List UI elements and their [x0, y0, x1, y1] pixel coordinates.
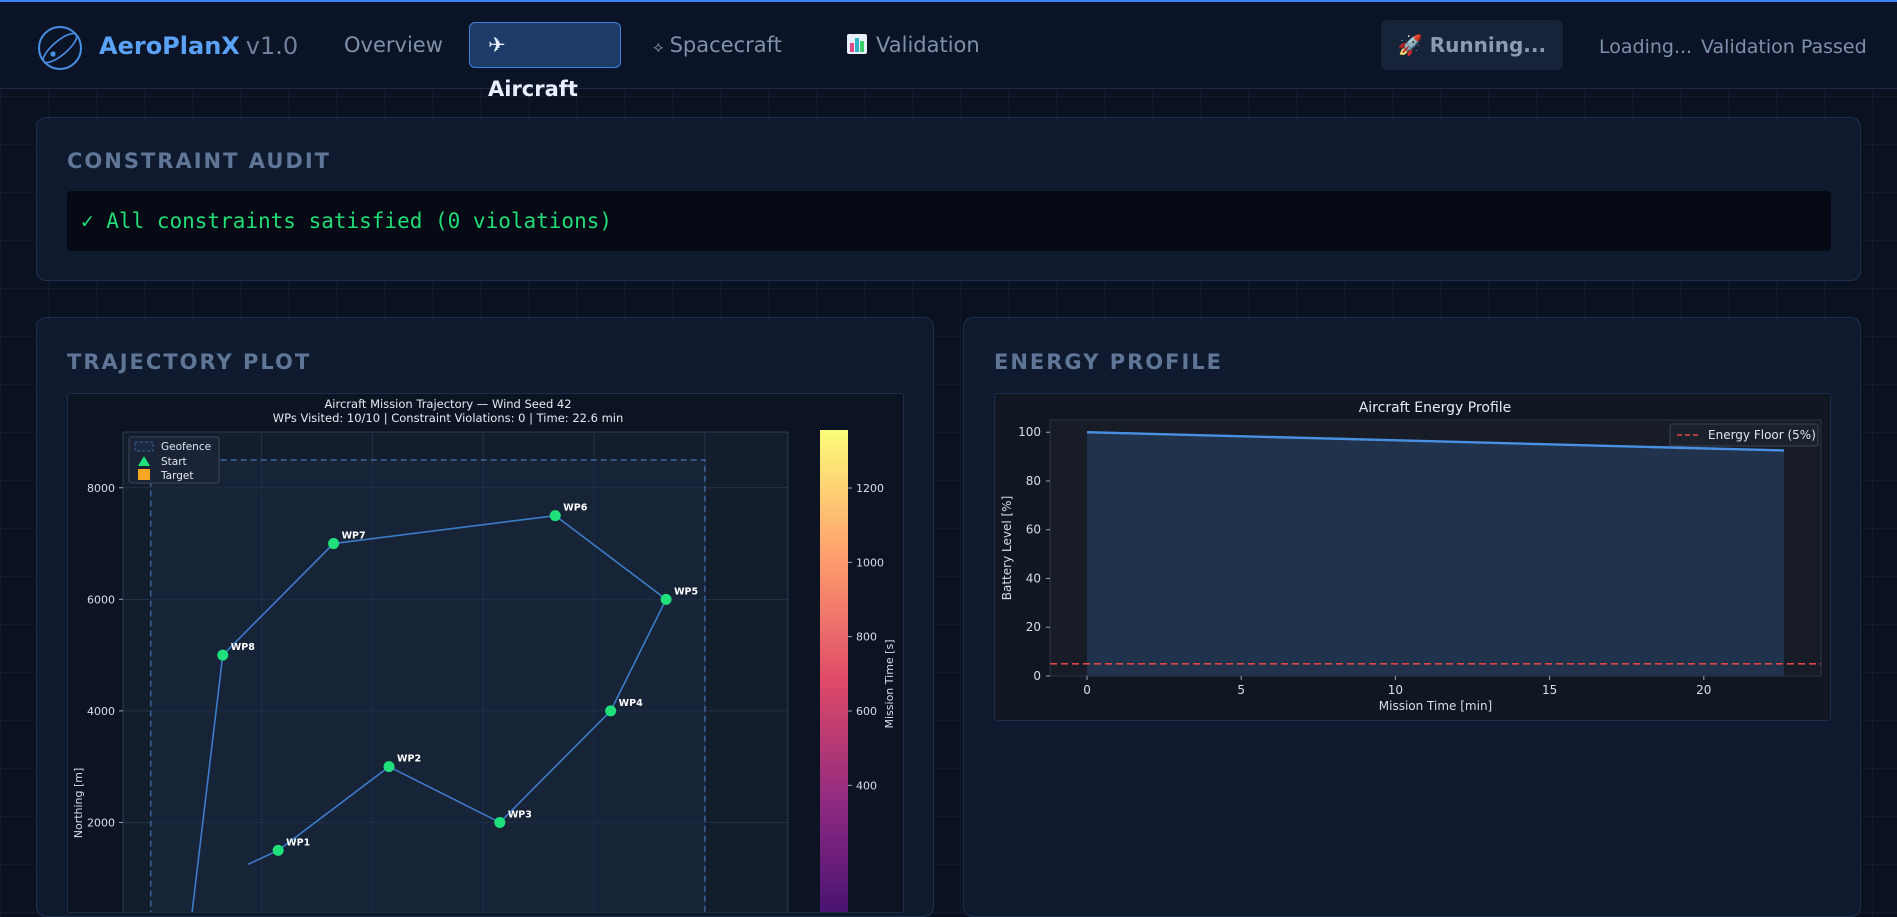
legend-start-label: Start [161, 456, 187, 468]
app-version: v1.0 [245, 32, 299, 60]
waypoint-label: WP3 [508, 809, 532, 820]
waypoint-label: WP8 [231, 642, 255, 653]
energy-x-axis-label: Mission Time [min] [1379, 699, 1492, 713]
colorbar-tick-label: 1200 [856, 482, 884, 495]
app-header: AeroPlanX v1.0 Overview ✈ Aircraft ⟡ Space… [0, 2, 1897, 101]
energy-x-tick-label: 5 [1237, 683, 1245, 697]
tab-overview-label: Overview [344, 33, 443, 57]
bar-chart-icon [847, 34, 867, 54]
energy-y-tick-label: 0 [1033, 669, 1041, 683]
constraint-audit-message: ✓ All constraints satisfied (0 violation… [67, 191, 1831, 251]
waypoint-label: WP4 [619, 698, 643, 709]
trajectory-plot-frame: Aircraft Mission Trajectory — Wind Seed … [67, 393, 904, 913]
waypoint-label: WP6 [563, 503, 587, 514]
waypoint-marker [383, 761, 395, 773]
trajectory-y-tick-label: 4000 [87, 705, 115, 718]
waypoint-marker [494, 816, 506, 828]
validation-status: Validation Passed [1701, 36, 1867, 58]
energy-y-tick-label: 60 [1026, 523, 1041, 537]
tab-spacecraft[interactable]: ⟡ Spacecraft [643, 22, 792, 68]
waypoint-marker [549, 510, 561, 522]
energy-panel: ENERGY PROFILE Aircraft Energy Profile 0 2… [963, 317, 1861, 917]
tab-overview[interactable]: Overview [334, 22, 453, 68]
colorbar-tick-label: 800 [856, 631, 877, 644]
energy-x-tick-label: 15 [1542, 683, 1557, 697]
trajectory-chart-title: Aircraft Mission Trajectory — Wind Seed … [324, 397, 571, 411]
trajectory-chart-subtitle: WPs Visited: 10/10 | Constraint Violatio… [273, 411, 624, 425]
waypoint-marker [605, 705, 617, 717]
legend-geofence-label: Geofence [161, 441, 211, 453]
satellite-icon: ⟡ [653, 37, 664, 56]
energy-y-tick-label: 40 [1026, 571, 1041, 585]
energy-x-tick-label: 10 [1388, 683, 1403, 697]
tab-validation-label: Validation [876, 33, 980, 57]
legend-target-marker [138, 469, 150, 480]
energy-y-axis-label: Battery Level [%] [1000, 496, 1014, 600]
legend-geofence-swatch [134, 441, 154, 452]
energy-area-fill [1087, 432, 1784, 676]
tab-aircraft-label: ✈ Aircraft [488, 33, 578, 101]
energy-title: ENERGY PROFILE [994, 350, 1224, 374]
waypoint-marker [660, 593, 672, 605]
waypoint-marker [272, 844, 284, 856]
orbit-logo-icon [38, 26, 82, 70]
waypoint-marker [217, 649, 229, 661]
tab-aircraft[interactable]: ✈ Aircraft [469, 22, 621, 101]
trajectory-title: TRAJECTORY PLOT [67, 350, 312, 374]
waypoint-label: WP7 [342, 531, 366, 542]
trajectory-y-tick-label: 2000 [87, 816, 115, 829]
trajectory-y-axis-label: Northing [m] [72, 768, 85, 839]
tab-spacecraft-label: Spacecraft [669, 33, 782, 57]
colorbar [820, 430, 848, 912]
colorbar-tick-label: 1000 [856, 556, 884, 569]
trajectory-y-tick-label: 8000 [87, 482, 115, 495]
trajectory-panel: TRAJECTORY PLOT Aircraft Mission Traject… [36, 317, 934, 917]
energy-legend-label: Energy Floor (5%) [1708, 428, 1816, 442]
energy-chart: Aircraft Energy Profile 0 20 40 60 80 100 0 5 10 1… [995, 394, 1830, 720]
run-button[interactable]: 🚀 Running... [1381, 20, 1563, 70]
waypoint-marker [328, 538, 340, 550]
trajectory-y-tick-label: 6000 [87, 593, 115, 606]
constraint-audit-title: CONSTRAINT AUDIT [67, 149, 331, 173]
geofence-boundary [149, 459, 706, 912]
energy-y-tick-label: 20 [1026, 620, 1041, 634]
energy-chart-title: Aircraft Energy Profile [1359, 400, 1512, 416]
app-brand: AeroPlanX v1.0 [99, 32, 298, 60]
waypoint-label: WP2 [397, 754, 421, 765]
colorbar-label: Mission Time [s] [883, 640, 896, 729]
energy-plot-frame: Aircraft Energy Profile 0 20 40 60 80 100 0 5 10 1… [994, 393, 1831, 721]
energy-x-tick-label: 20 [1696, 683, 1711, 697]
energy-y-tick-label: 80 [1026, 474, 1041, 488]
trajectory-chart: Aircraft Mission Trajectory — Wind Seed … [72, 397, 896, 912]
app-name: AeroPlanX [99, 32, 240, 60]
waypoint-label: WP5 [674, 586, 698, 597]
energy-y-tick-label: 100 [1018, 425, 1041, 439]
constraint-audit-panel: CONSTRAINT AUDIT ✓ All constraints satis… [36, 117, 1861, 281]
legend-target-label: Target [160, 470, 193, 482]
colorbar-tick-label: 400 [856, 779, 877, 792]
colorbar-tick-label: 600 [856, 705, 877, 718]
energy-x-tick-label: 0 [1083, 683, 1091, 697]
tab-validation[interactable]: Validation [836, 22, 990, 68]
waypoint-label: WP1 [286, 837, 310, 848]
loading-status: Loading... [1599, 36, 1693, 58]
